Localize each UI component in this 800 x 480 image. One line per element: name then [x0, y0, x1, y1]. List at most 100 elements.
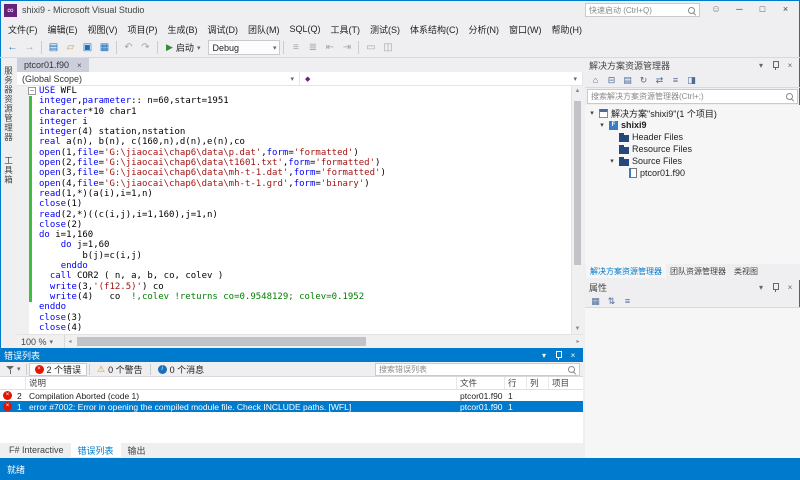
code-editor[interactable]: –USE WFLinteger,parameter:: n=60,start=1… [17, 86, 583, 334]
menu-item[interactable]: 编辑(E) [43, 23, 83, 36]
maximize-button[interactable]: □ [751, 0, 774, 17]
tree-item[interactable]: ▾Source Files [585, 155, 800, 167]
chevron-down-icon[interactable]: ▾ [755, 283, 767, 292]
menu-item[interactable]: 项目(P) [123, 23, 163, 36]
bottom-tab[interactable]: 输出 [121, 443, 153, 457]
scrollbar-thumb[interactable] [77, 337, 366, 346]
document-tab[interactable]: ptcor01.f90 × [17, 58, 89, 72]
menu-item[interactable]: 生成(B) [163, 23, 203, 36]
menu-item[interactable]: 团队(M) [243, 23, 285, 36]
expander-icon[interactable]: ▾ [608, 157, 616, 165]
menu-item[interactable]: 窗口(W) [504, 23, 547, 36]
error-row[interactable]: ×2Compilation Aborted (code 1)ptcor01.f9… [0, 390, 583, 401]
start-button[interactable]: ▶ 启动 ▾ [161, 39, 205, 56]
menu-item[interactable]: 工具(T) [326, 23, 366, 36]
bottom-tab[interactable]: F# Interactive [2, 443, 71, 457]
error-list-header[interactable]: 错误列表 ▾ × [0, 348, 583, 362]
back-icon[interactable]: ← [4, 39, 21, 56]
code-line: close(2) [17, 220, 571, 230]
save-icon[interactable]: ▣ [79, 39, 96, 56]
show-all-files-icon[interactable]: ▤ [620, 73, 635, 87]
close-icon[interactable]: × [784, 283, 796, 292]
menu-item[interactable]: 视图(V) [83, 23, 123, 36]
feedback-icon[interactable]: ☺ [708, 2, 724, 18]
save-all-icon[interactable]: ▦ [96, 39, 113, 56]
debug-configuration-dropdown[interactable]: Debug ▾ [208, 40, 280, 55]
menu-item[interactable]: 文件(F) [3, 23, 43, 36]
collapse-all-icon[interactable]: ⊟ [604, 73, 619, 87]
refresh-icon[interactable]: ↻ [636, 73, 651, 87]
bottom-tab[interactable]: 错误列表 [71, 443, 121, 457]
code-lines[interactable]: –USE WFLinteger,parameter:: n=60,start=1… [17, 86, 571, 334]
scope-dropdown[interactable]: (Global Scope) ▾ [17, 72, 300, 85]
chevron-down-icon[interactable]: ▾ [538, 351, 550, 360]
zoom-dropdown[interactable]: 100 % ▾ [17, 335, 65, 348]
column-header[interactable]: 列 [527, 377, 549, 389]
filter-button[interactable]: ▾ [3, 363, 24, 376]
column-header[interactable]: 说明 [26, 377, 457, 389]
close-icon[interactable]: × [567, 351, 579, 360]
menu-item[interactable]: 帮助(H) [547, 23, 588, 36]
dock-tab[interactable]: 解决方案资源管理器 [586, 264, 666, 278]
column-header[interactable]: 文件 [457, 377, 505, 389]
close-icon[interactable]: × [77, 61, 82, 70]
tree-item[interactable]: ▾Fshixi9 [585, 119, 800, 131]
properties-header[interactable]: 属性 ▾ × [585, 280, 800, 295]
scrollbar-thumb[interactable] [574, 101, 581, 265]
scrollbar-track[interactable] [75, 335, 573, 348]
scroll-right-icon[interactable]: ▸ [573, 338, 583, 345]
expander-icon[interactable]: ▾ [598, 121, 606, 129]
quick-launch-input[interactable]: 快速启动 (Ctrl+Q) [585, 3, 700, 17]
column-header[interactable]: 行 [505, 377, 527, 389]
menu-item[interactable]: 调试(D) [203, 23, 244, 36]
menu-item[interactable]: 体系结构(C) [405, 23, 464, 36]
menu-item[interactable]: SQL(Q) [285, 24, 326, 34]
scroll-down-icon[interactable]: ▼ [572, 324, 583, 334]
horizontal-scrollbar[interactable]: ◂ ▸ [65, 335, 583, 348]
tree-item[interactable]: ptcor01.f90 [585, 167, 800, 179]
home-icon[interactable]: ⌂ [588, 73, 603, 87]
collapse-icon[interactable]: – [28, 87, 36, 95]
messages-filter-button[interactable]: i 0 个消息 [153, 363, 210, 376]
properties-icon[interactable]: ≡ [668, 73, 683, 87]
pin-icon[interactable] [554, 350, 563, 361]
error-search-input[interactable]: 搜索错误列表 [375, 363, 580, 376]
pin-icon[interactable] [771, 282, 780, 293]
solution-explorer-header[interactable]: 解决方案资源管理器 ▾ × [585, 58, 800, 73]
open-file-icon[interactable]: ▱ [62, 39, 79, 56]
new-file-icon[interactable]: ▤ [45, 39, 62, 56]
scroll-left-icon[interactable]: ◂ [65, 338, 75, 345]
categorized-icon[interactable]: ▦ [588, 294, 603, 308]
column-header[interactable]: 项目 [549, 377, 583, 389]
left-tool-tab[interactable]: 工具箱 [3, 148, 15, 191]
chevron-down-icon[interactable]: ▾ [755, 61, 767, 70]
alphabetical-icon[interactable]: ⇅ [604, 294, 619, 308]
errors-filter-button[interactable]: × 2 个错误 [29, 363, 88, 376]
tree-item[interactable]: ▾解决方案"shixi9"(1 个项目) [585, 107, 800, 119]
warnings-filter-button[interactable]: ⚠ 0 个警告 [92, 363, 148, 376]
dock-tab[interactable]: 团队资源管理器 [666, 264, 730, 278]
title-bar[interactable]: ∞ shixi9 - Microsoft Visual Studio 快速启动 … [0, 0, 800, 20]
pin-icon[interactable] [771, 60, 780, 71]
dock-tab[interactable]: 类视图 [730, 264, 762, 278]
member-dropdown[interactable]: ◆ ▾ [300, 72, 583, 85]
code-line: character*10 char1 [17, 107, 571, 117]
sync-with-active-document-icon[interactable]: ⇄ [652, 73, 667, 87]
preview-icon[interactable]: ◨ [684, 73, 699, 87]
scroll-up-icon[interactable]: ▲ [572, 86, 583, 96]
tree-item[interactable]: Resource Files [585, 143, 800, 155]
left-tool-tab[interactable]: 服务器资源管理器 [3, 58, 15, 148]
close-icon[interactable]: × [784, 61, 796, 70]
menu-item[interactable]: 测试(S) [365, 23, 405, 36]
code-token [39, 261, 61, 271]
menu-item[interactable]: 分析(N) [464, 23, 505, 36]
tree-item[interactable]: Header Files [585, 131, 800, 143]
expander-icon[interactable]: ▾ [588, 109, 596, 117]
scrollbar-track[interactable] [572, 96, 583, 324]
vertical-scrollbar[interactable]: ▲ ▼ [571, 86, 583, 334]
minimize-button[interactable]: ─ [728, 0, 751, 17]
solution-search-input[interactable]: 搜索解决方案资源管理器(Ctrl+;) [587, 89, 798, 104]
error-row[interactable]: ×1error #7002: Error in opening the comp… [0, 401, 583, 412]
close-button[interactable]: × [774, 0, 797, 17]
property-pages-icon[interactable]: ≡ [620, 294, 635, 308]
